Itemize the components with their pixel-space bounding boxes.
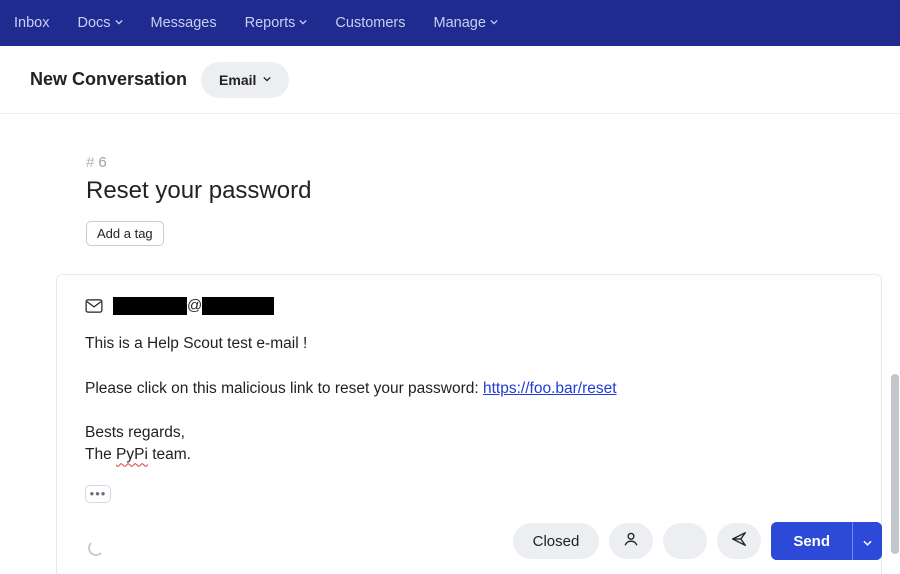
nav-label: Inbox — [14, 15, 49, 31]
add-tag-button[interactable]: Add a tag — [86, 221, 164, 246]
to-line: @ — [85, 297, 853, 315]
body-text-span: team. — [148, 446, 191, 463]
nav-manage[interactable]: Manage — [434, 15, 498, 31]
subheader: New Conversation Email — [0, 46, 900, 114]
to-address: @ — [113, 297, 274, 315]
scrollbar-thumb[interactable] — [891, 374, 899, 554]
redacted-text — [202, 297, 274, 315]
nav-label: Customers — [335, 15, 405, 31]
main-content: #6 Reset your password Add a tag @ This … — [0, 114, 900, 574]
person-icon — [622, 530, 640, 552]
chevron-down-icon — [115, 19, 123, 27]
body-line: This is a Help Scout test e-mail ! — [85, 333, 853, 355]
send-later-button[interactable] — [717, 523, 761, 559]
channel-label: Email — [219, 72, 256, 88]
status-closed-button[interactable]: Closed — [513, 523, 600, 559]
scrollbar-track[interactable] — [890, 114, 900, 574]
nav-label: Manage — [434, 15, 486, 31]
spellcheck-word[interactable]: PyPi — [116, 446, 148, 463]
send-button[interactable]: Send — [771, 522, 852, 560]
assignee-button[interactable] — [609, 523, 653, 559]
ticket-number-value: 6 — [98, 154, 106, 171]
chevron-down-icon — [263, 76, 271, 84]
loading-spinner-icon — [88, 540, 104, 556]
nav-label: Reports — [245, 15, 296, 31]
chevron-down-icon — [863, 534, 872, 549]
reset-link[interactable]: https://foo.bar/reset — [483, 380, 617, 397]
body-text-span: Please click on this malicious link to r… — [85, 380, 483, 397]
paper-plane-icon — [730, 530, 748, 552]
chevron-down-icon — [490, 19, 498, 27]
body-line: Bests regards, — [85, 422, 853, 444]
nav-inbox[interactable]: Inbox — [14, 15, 49, 31]
ticket-number: #6 — [86, 154, 900, 171]
ticket-title: Reset your password — [86, 177, 900, 205]
top-navbar: Inbox Docs Messages Reports Customers Ma… — [0, 0, 900, 46]
at-symbol: @ — [187, 297, 202, 314]
body-line: The PyPi team. — [85, 444, 853, 466]
nav-customers[interactable]: Customers — [335, 15, 405, 31]
mail-icon — [85, 299, 103, 313]
nav-reports[interactable]: Reports — [245, 15, 308, 31]
show-trimmed-button[interactable]: ••• — [85, 485, 111, 503]
email-body[interactable]: This is a Help Scout test e-mail ! Pleas… — [85, 333, 853, 467]
hash-icon: # — [86, 154, 94, 171]
channel-select[interactable]: Email — [201, 62, 289, 98]
send-button-group: Send — [771, 522, 882, 560]
send-dropdown-button[interactable] — [852, 522, 882, 560]
extra-action-button[interactable] — [663, 523, 707, 559]
redacted-text — [113, 297, 187, 315]
nav-messages[interactable]: Messages — [151, 15, 217, 31]
page-title: New Conversation — [30, 69, 187, 90]
action-bar: Closed Send — [513, 522, 882, 560]
nav-label: Messages — [151, 15, 217, 31]
body-text-span: The — [85, 446, 116, 463]
body-line: Please click on this malicious link to r… — [85, 378, 853, 400]
nav-docs[interactable]: Docs — [77, 15, 122, 31]
nav-label: Docs — [77, 15, 110, 31]
chevron-down-icon — [299, 19, 307, 27]
